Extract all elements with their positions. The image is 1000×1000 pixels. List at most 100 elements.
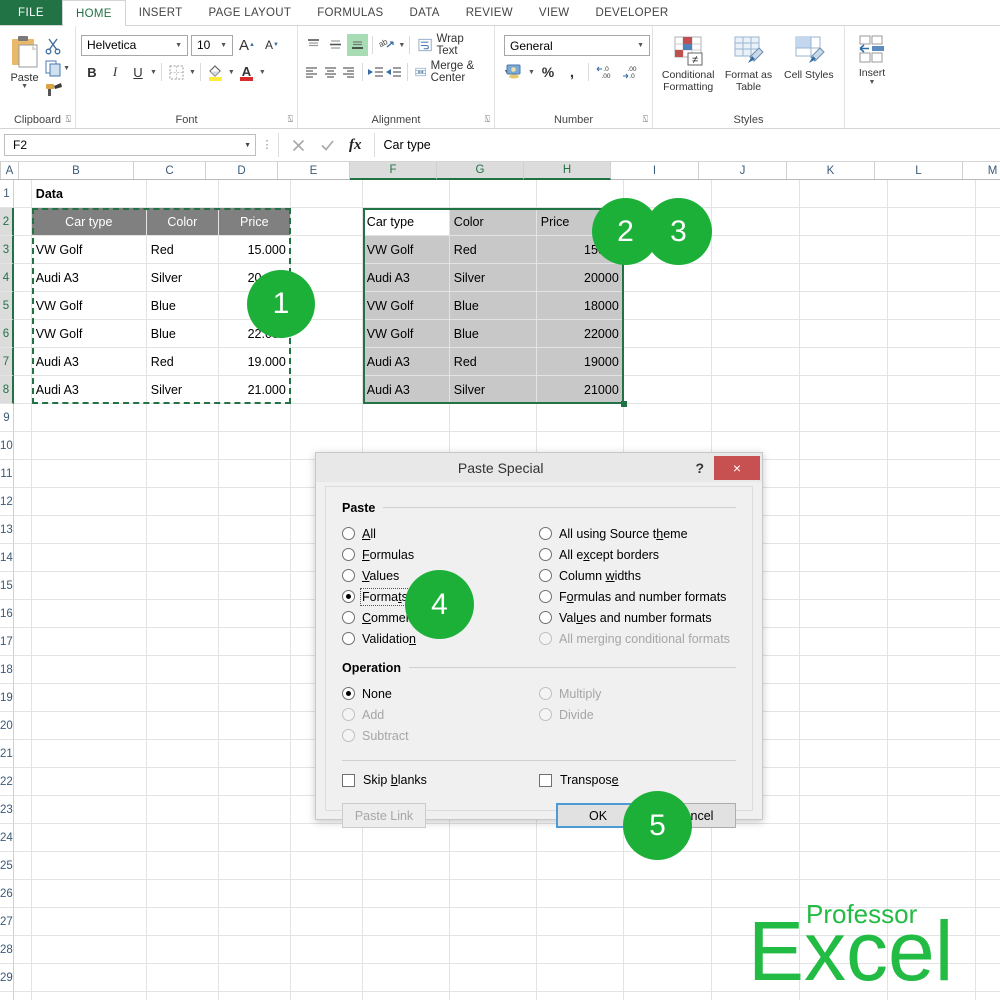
cut-icon[interactable]	[44, 37, 62, 55]
cell-F4[interactable]: Audi A3	[362, 264, 450, 292]
cell-C2[interactable]: Color	[146, 208, 219, 236]
cell-E8[interactable]	[290, 376, 363, 404]
cell-J24[interactable]	[711, 824, 800, 852]
cell-C9[interactable]	[146, 404, 219, 432]
ribbon-tab-data[interactable]: DATA	[397, 0, 453, 25]
cell-D30[interactable]	[219, 992, 291, 1000]
cell-A11[interactable]	[13, 460, 32, 488]
close-icon[interactable]: ×	[714, 455, 760, 480]
cell-M17[interactable]	[975, 628, 1000, 656]
row-header-3[interactable]: 3	[0, 236, 14, 264]
decrease-indent-button[interactable]	[366, 61, 384, 83]
column-header-H[interactable]: H	[524, 162, 611, 180]
insert-dropdown-caret[interactable]: ▼	[869, 79, 876, 86]
paste-option-formulas-and-number-formats[interactable]: Formulas and number formats	[539, 586, 736, 607]
cell-G4[interactable]: Silver	[449, 264, 537, 292]
column-header-L[interactable]: L	[875, 162, 963, 179]
cell-B19[interactable]	[31, 684, 147, 712]
cell-F24[interactable]	[362, 824, 450, 852]
paste-dropdown-caret[interactable]: ▼	[21, 83, 28, 90]
row-header-4[interactable]: 4	[0, 264, 14, 292]
cell-F6[interactable]: VW Golf	[362, 320, 450, 348]
cell-G24[interactable]	[449, 824, 537, 852]
column-header-J[interactable]: J	[699, 162, 787, 179]
increase-font-size-button[interactable]: A ▲	[236, 34, 258, 56]
cell-A5[interactable]	[13, 292, 32, 320]
cell-K6[interactable]	[799, 320, 888, 348]
cell-A23[interactable]	[13, 796, 32, 824]
cell-styles-button[interactable]: Cell Styles	[779, 33, 839, 81]
ribbon-tab-file[interactable]: FILE	[0, 0, 62, 25]
cell-D20[interactable]	[218, 712, 291, 740]
cell-J5[interactable]	[711, 292, 800, 320]
cell-D19[interactable]	[218, 684, 291, 712]
cell-D26[interactable]	[218, 880, 291, 908]
row-header-20[interactable]: 20	[0, 712, 14, 740]
cell-B2[interactable]: Car type	[31, 208, 147, 236]
cell-E25[interactable]	[290, 852, 363, 880]
cell-E27[interactable]	[290, 908, 363, 936]
cell-B10[interactable]	[31, 432, 147, 460]
row-header-27[interactable]: 27	[0, 908, 14, 936]
cell-E2[interactable]	[290, 208, 363, 236]
cell-F1[interactable]	[362, 180, 450, 208]
cell-B11[interactable]	[31, 460, 147, 488]
cell-F30[interactable]	[363, 992, 450, 1000]
cell-F3[interactable]: VW Golf	[362, 236, 450, 264]
cell-K7[interactable]	[799, 348, 888, 376]
cell-B4[interactable]: Audi A3	[31, 264, 147, 292]
format-painter-icon[interactable]	[44, 82, 64, 98]
cell-C17[interactable]	[146, 628, 219, 656]
bold-button[interactable]: B	[81, 61, 103, 83]
cell-K23[interactable]	[799, 796, 888, 824]
cell-A4[interactable]	[13, 264, 32, 292]
align-left-button[interactable]	[303, 61, 321, 83]
cell-D8[interactable]: 21.000	[218, 376, 291, 404]
cell-K3[interactable]	[799, 236, 888, 264]
cell-A17[interactable]	[13, 628, 32, 656]
cell-G30[interactable]	[450, 992, 537, 1000]
cell-B30[interactable]	[32, 992, 147, 1000]
cell-B1[interactable]: Data	[31, 180, 147, 208]
cell-A18[interactable]	[13, 656, 32, 684]
cell-J25[interactable]	[711, 852, 800, 880]
cell-M15[interactable]	[975, 572, 1000, 600]
cell-L15[interactable]	[887, 572, 976, 600]
cell-I29[interactable]	[623, 964, 712, 992]
row-header-13[interactable]: 13	[0, 516, 14, 544]
decrease-decimal-button[interactable]: .00 .0	[620, 61, 644, 83]
cell-C12[interactable]	[146, 488, 219, 516]
cell-G3[interactable]: Red	[449, 236, 537, 264]
cell-L11[interactable]	[887, 460, 976, 488]
cell-H26[interactable]	[536, 880, 624, 908]
name-box[interactable]: F2 ▼	[4, 134, 256, 156]
cell-M13[interactable]	[975, 516, 1000, 544]
row-header-21[interactable]: 21	[0, 740, 14, 768]
ribbon-tab-home[interactable]: HOME	[62, 0, 126, 26]
cell-H6[interactable]: 22000	[536, 320, 624, 348]
cell-M7[interactable]	[975, 348, 1000, 376]
cell-B17[interactable]	[31, 628, 147, 656]
cell-M3[interactable]	[975, 236, 1000, 264]
cell-B27[interactable]	[31, 908, 147, 936]
cell-A16[interactable]	[13, 600, 32, 628]
cell-K18[interactable]	[799, 656, 888, 684]
ribbon-tab-developer[interactable]: DEVELOPER	[582, 0, 681, 25]
cell-B24[interactable]	[31, 824, 147, 852]
align-top-button[interactable]	[303, 34, 324, 56]
paste-option-column-widths[interactable]: Column widths	[539, 565, 736, 586]
cell-F27[interactable]	[362, 908, 450, 936]
row-header-24[interactable]: 24	[0, 824, 14, 852]
cell-A13[interactable]	[13, 516, 32, 544]
cell-K14[interactable]	[799, 544, 888, 572]
cell-C20[interactable]	[146, 712, 219, 740]
conditional-formatting-button[interactable]: ≠ Conditional Formatting	[658, 33, 718, 93]
paste-option-formulas[interactable]: Formulas	[342, 544, 539, 565]
wrap-text-button[interactable]: Wrap Text	[414, 33, 489, 57]
paste-option-all-except-borders[interactable]: All except borders	[539, 544, 736, 565]
cell-A24[interactable]	[13, 824, 32, 852]
cell-I6[interactable]	[623, 320, 712, 348]
cell-C27[interactable]	[146, 908, 219, 936]
cell-F28[interactable]	[362, 936, 450, 964]
cell-L10[interactable]	[887, 432, 976, 460]
